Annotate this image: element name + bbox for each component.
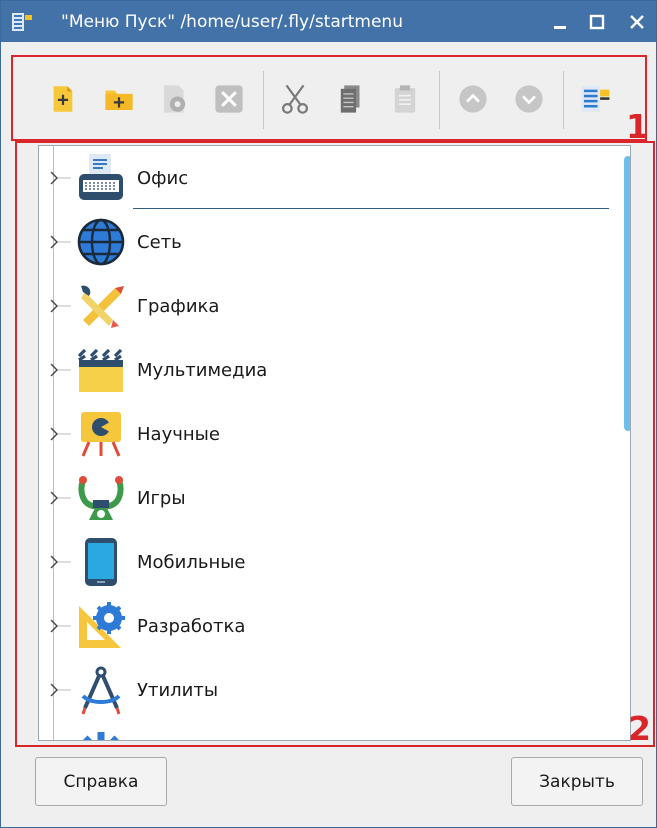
annotation-marker-2: 2	[628, 709, 651, 748]
expand-arrow-icon[interactable]	[49, 426, 73, 442]
tree-item[interactable]: Мобильные	[39, 530, 619, 594]
utilities-icon	[75, 664, 127, 716]
app-menu-icon[interactable]	[11, 11, 33, 33]
tree-item-label: Утилиты	[137, 680, 219, 701]
expand-arrow-icon[interactable]	[49, 554, 73, 570]
copy-icon[interactable]	[331, 79, 371, 119]
toolbar-separator	[563, 71, 564, 129]
tree-item-label: Сеть	[137, 232, 182, 253]
tree-item-partial[interactable]	[39, 722, 619, 740]
games-icon	[75, 472, 127, 524]
science-icon	[75, 408, 127, 460]
move-down-icon[interactable]	[509, 79, 549, 119]
expand-arrow-icon[interactable]	[49, 298, 73, 314]
tree-item[interactable]: Игры	[39, 466, 619, 530]
network-icon	[75, 216, 127, 268]
scrollbar-thumb[interactable]	[624, 156, 630, 431]
close-icon[interactable]	[625, 10, 649, 34]
expand-arrow-icon[interactable]	[49, 234, 73, 250]
tree-item-label: Разработка	[137, 616, 246, 637]
tree-item-label: Графика	[137, 296, 220, 317]
expand-arrow-icon[interactable]	[49, 682, 73, 698]
help-button[interactable]: Справка	[35, 757, 167, 806]
tree-item-label: Игры	[137, 488, 186, 509]
title-bar[interactable]: "Меню Пуск" /home/user/.fly/startmenu	[1, 1, 656, 42]
tree-item-label: Офис	[137, 168, 189, 189]
toolbar-separator	[439, 71, 440, 129]
expand-arrow-icon[interactable]	[49, 618, 73, 634]
tree-item[interactable]: Офис	[39, 146, 619, 210]
paste-icon[interactable]	[385, 79, 425, 119]
tree-item[interactable]: Научные	[39, 402, 619, 466]
vertical-scrollbar[interactable]	[624, 146, 630, 740]
toolbar-separator	[263, 71, 264, 129]
move-up-icon[interactable]	[453, 79, 493, 119]
minimize-icon[interactable]	[548, 10, 572, 34]
mobile-icon	[75, 536, 127, 588]
settings-list-icon[interactable]	[575, 79, 615, 119]
graphics-icon	[75, 280, 127, 332]
expand-arrow-icon[interactable]	[49, 170, 73, 186]
toolbar	[11, 55, 647, 141]
window-title: "Меню Пуск" /home/user/.fly/startmenu	[61, 12, 403, 32]
new-folder-icon[interactable]	[99, 79, 139, 119]
tree-item[interactable]: Сеть	[39, 210, 619, 274]
tree-item[interactable]: Графика	[39, 274, 619, 338]
development-icon	[75, 600, 127, 652]
close-button[interactable]: Закрыть	[511, 757, 643, 806]
menu-tree[interactable]: Офис Сеть Графика Мультимедиа Научные Игры Моб…	[38, 145, 631, 741]
tree-item[interactable]: Утилиты	[39, 658, 619, 722]
cut-icon[interactable]	[275, 79, 315, 119]
expand-arrow-icon[interactable]	[49, 490, 73, 506]
settings-gear-icon	[75, 728, 127, 740]
expand-arrow-icon[interactable]	[49, 362, 73, 378]
tree-panel-highlight: Офис Сеть Графика Мультимедиа Научные Игры Моб…	[15, 141, 655, 747]
start-menu-window: "Меню Пуск" /home/user/.fly/startmenu 1 …	[0, 0, 657, 828]
multimedia-icon	[75, 344, 127, 396]
delete-icon[interactable]	[209, 79, 249, 119]
tree-item[interactable]: Мультимедиа	[39, 338, 619, 402]
tree-item-label: Мультимедиа	[137, 360, 268, 381]
tree-item-label: Научные	[137, 424, 220, 445]
tree-item[interactable]: Разработка	[39, 594, 619, 658]
tree-item-label: Мобильные	[137, 552, 246, 573]
properties-icon[interactable]	[155, 79, 195, 119]
maximize-icon[interactable]	[585, 10, 609, 34]
office-icon	[75, 152, 127, 204]
new-item-icon[interactable]	[43, 79, 83, 119]
